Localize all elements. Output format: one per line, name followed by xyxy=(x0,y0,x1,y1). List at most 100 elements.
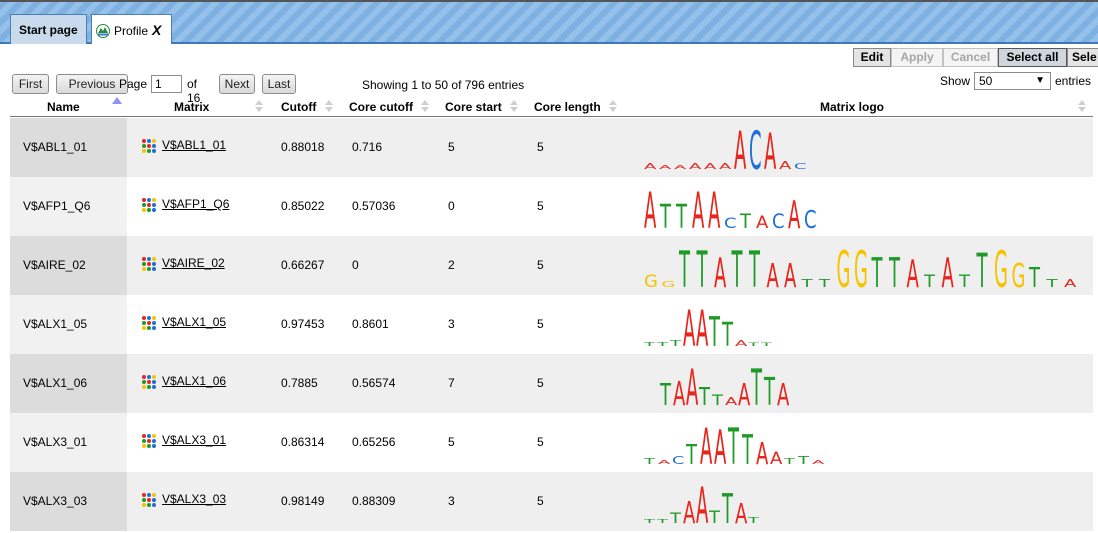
matrix-icon-dot xyxy=(152,262,156,266)
matrix-logo: AAAAAAACAAC xyxy=(644,123,807,171)
matrix-icon-dot xyxy=(142,385,146,389)
row-core-length: 5 xyxy=(537,376,544,390)
row-core-start: 5 xyxy=(448,435,455,449)
sort-icon[interactable] xyxy=(255,99,263,113)
matrix-icon-dot xyxy=(152,326,156,330)
logo-letter: T xyxy=(923,273,936,289)
table-row[interactable]: V$ALX3_03 V$ALX3_03 0.98149 0.88309 3 5 … xyxy=(10,472,1093,531)
next-page-button[interactable]: Next xyxy=(219,74,255,94)
matrix-link[interactable]: V$AFP1_Q6 xyxy=(162,197,229,211)
matrix-link[interactable]: V$ALX3_03 xyxy=(162,492,226,506)
logo-letter: T xyxy=(800,277,812,289)
select-all-button[interactable]: Select all xyxy=(998,48,1067,67)
logo-letter: A xyxy=(708,182,721,230)
matrix-icon-dot xyxy=(152,144,156,148)
table-row[interactable]: V$ALX3_01 V$ALX3_01 0.86314 0.65256 5 5 … xyxy=(10,413,1093,472)
sort-icon[interactable] xyxy=(510,99,518,113)
table-row[interactable]: V$ALX1_05 V$ALX1_05 0.97453 0.8601 3 5 T… xyxy=(10,295,1093,354)
logo-letter: A xyxy=(734,123,747,171)
table-row[interactable]: V$ALX1_06 V$ALX1_06 0.7885 0.56574 7 5 T… xyxy=(10,354,1093,413)
table-body: V$ABL1_01 V$ABL1_01 0.88018 0.716 5 5 AA… xyxy=(10,118,1093,531)
logo-letter: A xyxy=(735,498,747,525)
matrix-icon-dot xyxy=(142,321,146,325)
close-icon[interactable]: X xyxy=(152,22,161,38)
logo-letter: C xyxy=(804,206,817,230)
select-button[interactable]: Sele xyxy=(1067,48,1098,67)
column-header-name[interactable]: Name xyxy=(47,100,80,114)
matrix-link[interactable]: V$AIRE_02 xyxy=(162,256,225,270)
tab-profile[interactable]: Profile X xyxy=(91,14,172,44)
logo-letter: T xyxy=(675,199,687,230)
tab-start-page[interactable]: Start page xyxy=(10,14,87,44)
row-name: V$ALX1_06 xyxy=(23,376,88,390)
logo-letter: G xyxy=(837,241,851,289)
sort-icon[interactable] xyxy=(421,99,429,113)
column-header-cutoff[interactable]: Cutoff xyxy=(281,100,316,114)
matrix-icon-dot xyxy=(152,257,156,261)
matrix-icon-dot xyxy=(142,208,146,212)
matrix-icon-dot xyxy=(142,262,146,266)
first-page-button[interactable]: First xyxy=(12,74,49,94)
page-number-input[interactable] xyxy=(151,75,182,93)
apply-button[interactable]: Apply xyxy=(891,48,943,67)
matrix-icon-dot xyxy=(142,503,146,507)
profile-icon xyxy=(96,19,110,38)
entries-label: entries xyxy=(1055,74,1092,88)
matrix-icon-dot xyxy=(147,316,151,320)
logo-letter: A xyxy=(788,193,800,230)
matrix-icon-dot xyxy=(152,380,156,384)
matrix-link[interactable]: V$ALX3_01 xyxy=(162,433,226,447)
matrix-link[interactable]: V$ABL1_01 xyxy=(162,138,226,152)
matrix-icon-dot xyxy=(142,493,146,497)
logo-letter: A xyxy=(683,496,695,525)
last-page-button[interactable]: Last xyxy=(262,74,296,94)
edit-button[interactable]: Edit xyxy=(853,48,891,67)
logo-letter: T xyxy=(696,241,708,289)
matrix-icon-dot xyxy=(147,267,151,271)
matrix-icon-dot xyxy=(147,262,151,266)
matrix-link[interactable]: V$ALX1_05 xyxy=(162,315,226,329)
column-header-matrix[interactable]: Matrix xyxy=(174,100,209,114)
sort-icon[interactable] xyxy=(325,99,333,113)
matrix-icon-dot xyxy=(142,380,146,384)
row-core-length: 5 xyxy=(537,317,544,331)
column-header-core-start[interactable]: Core start xyxy=(445,100,502,114)
row-cutoff: 0.97453 xyxy=(281,317,325,331)
table-row[interactable]: V$AFP1_Q6 V$AFP1_Q6 0.85022 0.57036 0 5 … xyxy=(10,177,1093,236)
matrix-icon-dot xyxy=(142,198,146,202)
logo-letter: T xyxy=(721,317,733,348)
previous-page-button[interactable]: Previous xyxy=(56,74,128,94)
sort-ascending-icon[interactable] xyxy=(112,97,122,104)
table-row[interactable]: V$AIRE_02 V$AIRE_02 0.66267 0 2 5 GGTTAT… xyxy=(10,236,1093,295)
cancel-button[interactable]: Cancel xyxy=(943,48,998,67)
logo-letter: A xyxy=(658,459,670,465)
row-core-length: 5 xyxy=(537,258,544,272)
matrix-icon-dot xyxy=(142,144,146,148)
matrix-link[interactable]: V$ALX1_06 xyxy=(162,374,226,388)
row-core-cutoff: 0 xyxy=(352,258,359,272)
logo-letter: A xyxy=(764,123,777,171)
table-row[interactable]: V$ABL1_01 V$ABL1_01 0.88018 0.716 5 5 AA… xyxy=(10,118,1093,177)
matrix-icon-dot xyxy=(142,316,146,320)
matrix-icon-dot xyxy=(142,439,146,443)
logo-letter: A xyxy=(725,395,737,407)
page-size-select[interactable]: 50 ▼ xyxy=(974,72,1051,90)
logo-letter: T xyxy=(739,210,751,230)
logo-letter: T xyxy=(659,199,671,230)
matrix-icon-dot xyxy=(147,139,151,143)
logo-letter: A xyxy=(644,182,657,230)
column-header-matrix-logo[interactable]: Matrix logo xyxy=(820,100,884,114)
row-core-start: 0 xyxy=(448,199,455,213)
column-header-core-length[interactable]: Core length xyxy=(534,100,601,114)
entries-info: Showing 1 to 50 of 796 entries xyxy=(362,78,525,92)
logo-letter: G xyxy=(644,273,658,289)
logo-letter: A xyxy=(907,252,919,289)
column-header-core-cutoff[interactable]: Core cutoff xyxy=(349,100,413,114)
sort-icon[interactable] xyxy=(609,99,617,113)
logo-letter: A xyxy=(689,161,702,171)
logo-letter: T xyxy=(1045,277,1057,289)
matrix-icon-dot xyxy=(147,144,151,148)
logo-letter: A xyxy=(735,338,748,348)
row-core-cutoff: 0.65256 xyxy=(352,435,396,449)
sort-icon[interactable] xyxy=(1078,99,1086,113)
